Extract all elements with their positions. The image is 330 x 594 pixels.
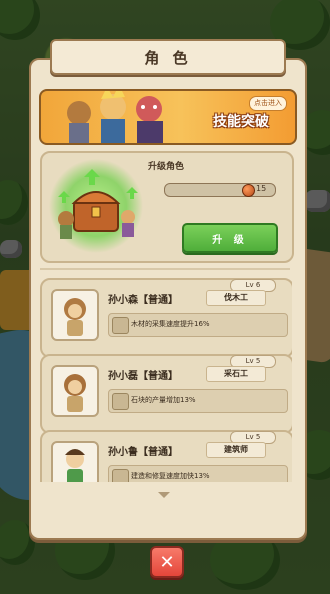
job-label: 采石工 bbox=[206, 366, 266, 382]
skill-breakthrough-label: 技能突破 bbox=[213, 114, 269, 130]
character-portrait bbox=[51, 289, 99, 341]
character-list[interactable]: Lv 6 孙小森【普通】 伐木工 木材的采集速度提升16% Lv 5 孙小磊【普… bbox=[40, 268, 292, 482]
character-card[interactable]: Lv 5 孙小鲁【普通】 建筑师 建造和修复速度加快13% bbox=[40, 430, 292, 482]
close-icon: ✕ bbox=[159, 551, 175, 573]
character-name: 孙小森【普通】 bbox=[108, 295, 178, 306]
treasure-chest-icon bbox=[58, 169, 138, 239]
character-portrait bbox=[51, 365, 99, 417]
upgrade-cost: 15 bbox=[256, 184, 267, 193]
stone-icon bbox=[112, 393, 129, 410]
effect-box: 建造和修复速度加快13% bbox=[108, 465, 288, 482]
effect-text: 建造和修复速度加快13% bbox=[131, 472, 210, 480]
effect-text: 石块的产量增加13% bbox=[131, 396, 196, 404]
job-label: 建筑师 bbox=[206, 442, 266, 458]
character-portrait bbox=[51, 441, 99, 482]
upgrade-button[interactable]: 升 级 bbox=[182, 223, 278, 253]
material-icon bbox=[242, 184, 255, 197]
skill-breakthrough-banner[interactable]: 点击进入 技能突破 bbox=[39, 89, 297, 145]
effect-box: 石块的产量增加13% bbox=[108, 389, 288, 413]
effect-text: 木材的采集速度提升16% bbox=[131, 320, 210, 328]
character-name: 孙小磊【普通】 bbox=[108, 371, 178, 382]
character-name: 孙小鲁【普通】 bbox=[108, 447, 178, 458]
character-card[interactable]: Lv 5 孙小磊【普通】 采石工 石块的产量增加13% bbox=[40, 354, 292, 434]
character-card[interactable]: Lv 6 孙小森【普通】 伐木工 木材的采集速度提升16% bbox=[40, 278, 292, 358]
hammer-icon bbox=[112, 469, 129, 482]
enter-chip[interactable]: 点击进入 bbox=[249, 96, 287, 111]
heroes-illustration bbox=[67, 91, 163, 143]
scroll-down-arrow-icon bbox=[158, 492, 170, 498]
panel-title: 角 色 bbox=[50, 39, 286, 75]
upgrade-card: 升级角色 15 升 级 bbox=[40, 151, 294, 263]
job-label: 伐木工 bbox=[206, 290, 266, 306]
upgrade-title: 升级角色 bbox=[148, 162, 185, 172]
wood-icon bbox=[112, 317, 129, 334]
effect-box: 木材的采集速度提升16% bbox=[108, 313, 288, 337]
close-button[interactable]: ✕ bbox=[150, 546, 184, 578]
